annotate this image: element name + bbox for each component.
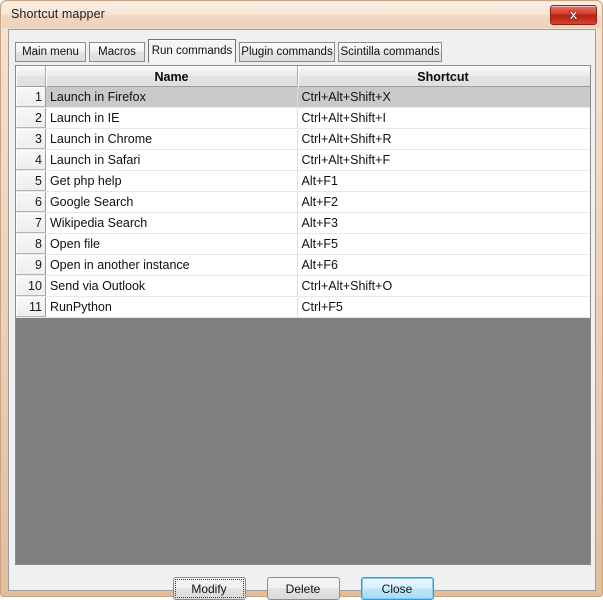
row-shortcut: Ctrl+Alt+Shift+O [301,279,393,293]
table-row[interactable]: 3 Launch in Chrome Ctrl+Alt+Shift+R [16,129,590,150]
row-shortcut: Ctrl+Alt+Shift+X [297,87,590,107]
table-row[interactable]: 7 Wikipedia Search Alt+F3 [16,213,590,234]
row-shortcut: Alt+F2 [301,195,338,209]
tab-macros[interactable]: Macros [89,42,145,62]
row-shortcut: Alt+F3 [301,216,338,230]
table-row[interactable]: 2 Launch in IE Ctrl+Alt+Shift+I [16,108,590,129]
row-index: 5 [16,171,46,191]
shortcut-list-view[interactable]: Name Shortcut 1 Launch in Firefox Ctrl+Alt… [15,65,591,565]
table-row[interactable]: 4 Launch in Safari Ctrl+Alt+Shift+F [16,150,590,171]
table-row[interactable]: 9 Open in another instance Alt+F6 [16,255,590,276]
table-row[interactable]: 1 Launch in Firefox Ctrl+Alt+Shift+X [16,87,590,108]
row-name: Wikipedia Search [46,213,298,233]
tab-label: Plugin commands [241,46,333,58]
row-index: 6 [16,192,46,212]
table-row[interactable]: 6 Google Search Alt+F2 [16,192,590,213]
row-index: 7 [16,213,46,233]
list-rows: 1 Launch in Firefox Ctrl+Alt+Shift+X 2 Launc… [16,87,590,318]
row-name: Send via Outlook [46,276,298,296]
row-name: Launch in Chrome [46,129,298,149]
tab-run-commands[interactable]: Run commands [148,39,236,63]
column-header-shortcut[interactable]: Shortcut [298,66,588,87]
close-window-button[interactable] [550,5,597,25]
column-header-name[interactable]: Name [46,66,298,87]
row-name: Launch in Safari [46,150,298,170]
row-name: Open file [46,234,298,254]
dialog-client-area: Main menu Macros Run commands Plugin com… [8,29,596,600]
row-shortcut: Ctrl+Alt+Shift+R [301,132,392,146]
window-title: Shortcut mapper [11,7,105,21]
row-name: Launch in IE [46,108,298,128]
row-index: 4 [16,150,46,170]
row-index: 8 [16,234,46,254]
row-name: Google Search [46,192,298,212]
table-row[interactable]: 10 Send via Outlook Ctrl+Alt+Shift+O [16,276,590,297]
dialog-window: Shortcut mapper Main menu Macros Run com… [0,0,603,600]
table-row[interactable]: 5 Get php help Alt+F1 [16,171,590,192]
tab-strip: Main menu Macros Run commands Plugin com… [15,39,591,63]
table-row[interactable]: 8 Open file Alt+F5 [16,234,590,255]
row-index: 11 [16,297,46,317]
tab-label: Scintilla commands [340,46,440,58]
title-bar: Shortcut mapper [2,2,601,28]
tab-main-menu[interactable]: Main menu [15,42,86,62]
row-name: Open in another instance [46,255,298,275]
row-shortcut: Alt+F6 [301,258,338,272]
row-shortcut: Alt+F5 [301,237,338,251]
row-shortcut: Ctrl+F5 [301,300,343,314]
row-index: 1 [16,87,46,107]
column-header-index[interactable] [16,66,46,87]
row-index: 9 [16,255,46,275]
close-x-icon [567,10,580,21]
tab-label: Macros [98,46,136,58]
list-header-row: Name Shortcut [16,66,590,87]
row-index: 10 [16,276,46,296]
row-name: Get php help [46,171,298,191]
row-name: Launch in Firefox [45,87,298,107]
row-index: 2 [16,108,46,128]
tab-label: Main menu [22,46,79,58]
row-name: RunPython [46,297,298,317]
row-index: 3 [16,129,46,149]
row-shortcut: Ctrl+Alt+Shift+F [301,153,391,167]
row-shortcut: Ctrl+Alt+Shift+I [301,111,386,125]
tab-plugin-commands[interactable]: Plugin commands [239,42,335,62]
tab-label: Run commands [151,45,233,57]
tab-scintilla-commands[interactable]: Scintilla commands [338,42,442,62]
table-row[interactable]: 11 RunPython Ctrl+F5 [16,297,590,318]
row-shortcut: Alt+F1 [301,174,338,188]
